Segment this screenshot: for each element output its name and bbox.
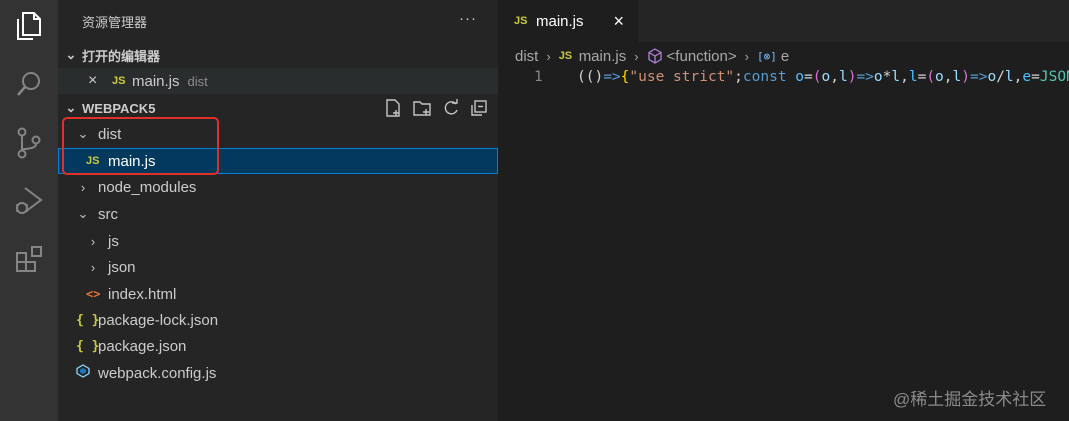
chevron-down-icon: ⌄ bbox=[77, 206, 89, 221]
function-cube-icon bbox=[647, 48, 662, 64]
chevron-right-icon: › bbox=[634, 48, 639, 64]
code-token: = bbox=[804, 69, 813, 85]
tree-file-package-lock[interactable]: { } package-lock.json bbox=[58, 307, 498, 333]
folder-label: node_modules bbox=[98, 178, 197, 196]
code-token: = bbox=[917, 69, 927, 85]
code-token: "use strict" bbox=[629, 69, 735, 85]
open-editors-header[interactable]: ⌄ 打开的编辑器 bbox=[58, 42, 498, 68]
variable-icon: [⊗] bbox=[756, 49, 777, 63]
code-token: (() bbox=[577, 69, 604, 85]
code-token: o bbox=[873, 69, 883, 85]
file-label: webpack.config.js bbox=[98, 364, 217, 382]
new-folder-icon[interactable] bbox=[412, 98, 432, 118]
code-token: o bbox=[987, 69, 997, 85]
breadcrumb-folder[interactable]: dist bbox=[515, 48, 538, 65]
folder-label: src bbox=[98, 205, 118, 223]
tree-file-webpack-config[interactable]: webpack.config.js bbox=[58, 360, 498, 386]
explorer-icon[interactable] bbox=[0, 2, 58, 50]
code-token: = bbox=[1031, 69, 1040, 85]
code-token: => bbox=[856, 69, 874, 85]
file-label: package-lock.json bbox=[98, 311, 219, 329]
close-icon[interactable]: × bbox=[88, 72, 112, 90]
html-file-icon: <> bbox=[86, 287, 101, 301]
tab-label: main.js bbox=[536, 12, 584, 30]
more-actions-icon[interactable]: ··· bbox=[459, 10, 477, 27]
tab-main-js[interactable]: JS main.js × bbox=[498, 0, 638, 42]
webpack-icon bbox=[76, 364, 96, 382]
highlight-annotation bbox=[62, 117, 219, 175]
breadcrumb-symbol[interactable]: e bbox=[781, 48, 789, 65]
refresh-icon[interactable] bbox=[442, 98, 460, 118]
open-editor-folder: dist bbox=[187, 73, 208, 89]
js-file-icon: JS bbox=[514, 15, 528, 27]
source-control-icon[interactable] bbox=[0, 119, 58, 167]
js-file-icon: JS bbox=[112, 75, 126, 87]
code-token: const bbox=[742, 69, 796, 85]
breadcrumb-function[interactable]: <function> bbox=[667, 48, 737, 65]
chevron-right-icon: › bbox=[744, 48, 749, 64]
chevron-right-icon: › bbox=[80, 179, 86, 195]
code-token: ( bbox=[812, 69, 822, 85]
tree-folder-src[interactable]: ⌄ src bbox=[58, 201, 498, 227]
chevron-right-icon: › bbox=[90, 233, 96, 249]
code-token: JSON bbox=[1039, 69, 1069, 85]
file-label: package.json bbox=[98, 337, 187, 355]
search-icon[interactable] bbox=[0, 60, 58, 108]
code-token: , bbox=[830, 69, 839, 85]
code-token: e bbox=[1022, 69, 1032, 85]
breadcrumb: dist › JS main.js › <function> › [⊗] e bbox=[515, 45, 789, 67]
code-token: l bbox=[952, 69, 962, 85]
code-token: o bbox=[821, 69, 831, 85]
code-token: ; bbox=[734, 69, 743, 85]
code-token: l bbox=[908, 69, 918, 85]
code-token: ( bbox=[926, 69, 936, 85]
chevron-down-icon: ⌄ bbox=[65, 100, 77, 115]
code-token: , bbox=[900, 69, 909, 85]
collapse-all-icon[interactable] bbox=[470, 98, 488, 118]
json-file-icon: { } bbox=[76, 338, 100, 354]
run-debug-icon[interactable] bbox=[0, 177, 58, 225]
tree-folder-node-modules[interactable]: › node_modules bbox=[58, 174, 498, 200]
code-token: => bbox=[969, 69, 988, 85]
new-file-icon[interactable] bbox=[384, 98, 402, 118]
code-token: l bbox=[1004, 69, 1014, 85]
activity-bar bbox=[0, 0, 58, 421]
tree-file-package-json[interactable]: { } package.json bbox=[58, 333, 498, 359]
tree-folder-json[interactable]: › json bbox=[58, 254, 498, 280]
project-label: WEBPACK5 bbox=[82, 100, 156, 116]
code-token: , bbox=[943, 69, 953, 85]
open-editor-filename: main.js bbox=[132, 72, 180, 90]
json-file-icon: { } bbox=[76, 312, 100, 328]
project-actions bbox=[384, 98, 488, 118]
watermark: @稀土掘金技术社区 bbox=[893, 390, 1047, 409]
explorer-title: 资源管理器 bbox=[82, 15, 148, 30]
folder-label: js bbox=[108, 232, 119, 250]
extensions-icon[interactable] bbox=[0, 235, 58, 283]
chevron-right-icon: › bbox=[546, 48, 551, 64]
js-file-icon: JS bbox=[558, 50, 573, 62]
folder-label: json bbox=[108, 258, 136, 276]
code-token: => bbox=[603, 69, 621, 85]
chevron-right-icon: › bbox=[90, 259, 96, 275]
code-token: o bbox=[935, 69, 944, 85]
code-token: ) bbox=[961, 69, 970, 85]
open-editors-label: 打开的编辑器 bbox=[82, 48, 161, 64]
close-icon[interactable]: × bbox=[614, 11, 625, 32]
code-line[interactable]: (()=>{"use strict";const o=(o,l)=>o*l,l=… bbox=[577, 69, 1069, 85]
tree-file-index-html[interactable]: <> index.html bbox=[58, 281, 498, 307]
file-label: index.html bbox=[108, 285, 177, 303]
chevron-down-icon: ⌄ bbox=[65, 47, 77, 62]
code-token: / bbox=[996, 69, 1005, 85]
code-token: o bbox=[795, 69, 805, 85]
code-token: l bbox=[891, 69, 901, 85]
open-editor-item[interactable]: × JS main.js dist bbox=[58, 68, 498, 94]
code-token: l bbox=[838, 69, 848, 85]
tree-folder-js[interactable]: › js bbox=[58, 228, 498, 254]
breadcrumb-file[interactable]: main.js bbox=[579, 48, 627, 65]
line-number: 1 bbox=[534, 69, 543, 85]
